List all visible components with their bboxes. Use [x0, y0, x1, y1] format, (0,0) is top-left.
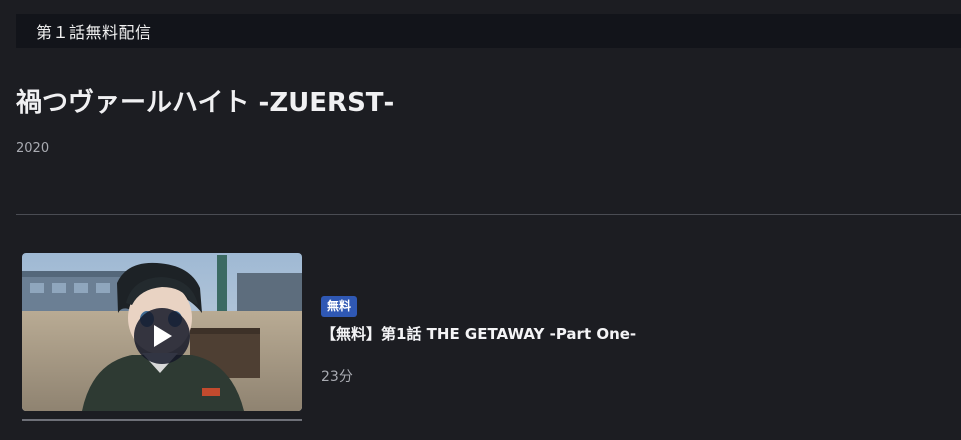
section-divider: [16, 214, 961, 215]
episode-title-link[interactable]: 【無料】第1話 THE GETAWAY -Part One-: [321, 323, 636, 344]
play-icon: [154, 325, 172, 347]
play-button[interactable]: [134, 308, 190, 364]
episode-duration: 23分: [321, 369, 353, 385]
banner-label: 第１話無料配信: [36, 23, 152, 42]
series-title: 禍つヴァールハイト ‐ZUERST‐: [16, 88, 395, 118]
free-badge: 無料: [321, 296, 358, 317]
free-episode-banner: 第１話無料配信: [16, 14, 961, 48]
thumbnail-progress-line: [22, 419, 302, 421]
episode-thumbnail[interactable]: [22, 253, 302, 411]
release-year: 2020: [16, 141, 50, 156]
